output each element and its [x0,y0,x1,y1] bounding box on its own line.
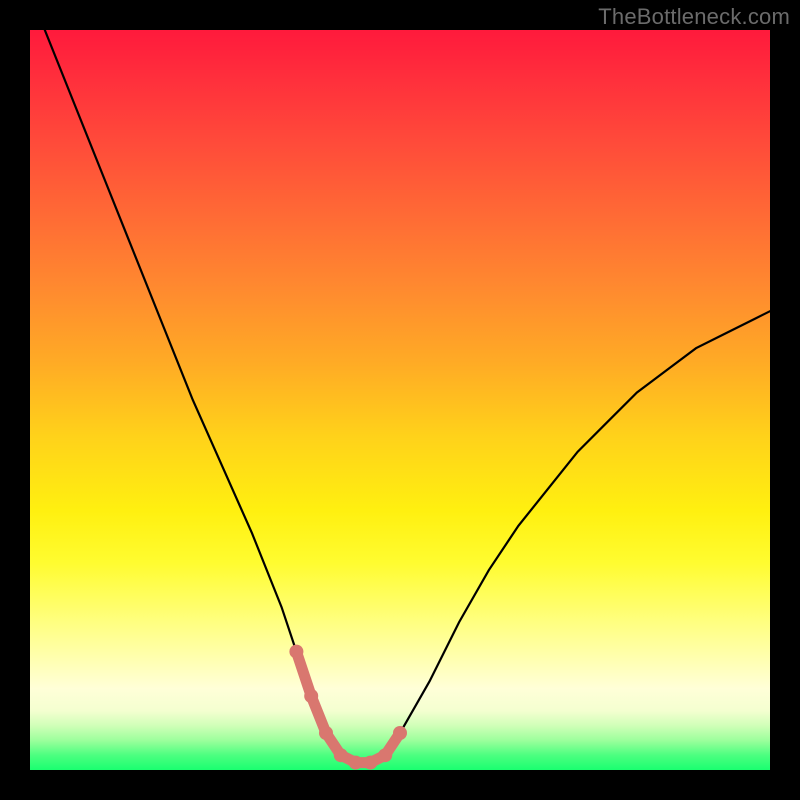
optimal-point [349,756,363,770]
bottleneck-curve [45,30,770,763]
optimal-point [363,756,377,770]
chart-frame: TheBottleneck.com [0,0,800,800]
optimal-range-highlight [296,652,400,763]
optimal-point [304,689,318,703]
curve-svg [30,30,770,770]
optimal-range-dots [289,645,407,770]
optimal-point [334,748,348,762]
optimal-point [289,645,303,659]
optimal-point [319,726,333,740]
optimal-point [393,726,407,740]
plot-area [30,30,770,770]
optimal-point [378,748,392,762]
watermark-text: TheBottleneck.com [598,4,790,30]
